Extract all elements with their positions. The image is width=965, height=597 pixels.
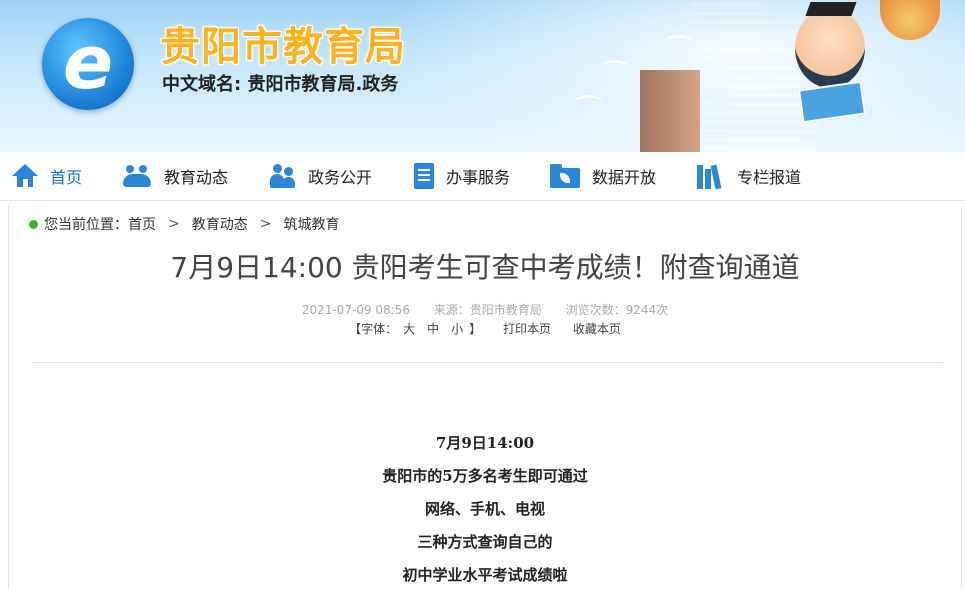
font-size-small[interactable]: 小 bbox=[451, 322, 463, 336]
nav-education-news-label: 教育动态 bbox=[164, 168, 229, 187]
nav-column-reports-label: 专栏报道 bbox=[737, 168, 802, 187]
nav-column-reports[interactable]: 专栏报道 bbox=[697, 152, 801, 200]
font-size-medium[interactable]: 中 bbox=[427, 322, 439, 336]
graduation-cap-icon bbox=[805, 2, 857, 16]
nav-government-affairs[interactable]: 政务公开 bbox=[270, 152, 372, 200]
books-icon bbox=[697, 163, 725, 190]
font-label-close: 】 bbox=[469, 322, 482, 336]
article-body: 7月9日14:00 贵阳市的5万多名考生即可通过 网络、手机、电视 三种方式查询… bbox=[9, 432, 961, 597]
site-domain: 中文域名: 贵阳市教育局.政务 bbox=[162, 74, 399, 95]
dove-icon bbox=[575, 95, 603, 108]
site-title[interactable]: 贵阳市教育局 bbox=[160, 14, 406, 72]
main-nav: 首页 教育动态 政务公开 办事服务 数据开放 专栏报道 bbox=[0, 152, 965, 201]
font-size-large[interactable]: 大 bbox=[403, 322, 415, 336]
location-dot-icon bbox=[29, 219, 38, 229]
nav-open-data-label: 数据开放 bbox=[592, 168, 657, 187]
dove-icon bbox=[600, 60, 628, 73]
print-button[interactable]: 打印本页 bbox=[503, 322, 551, 336]
breadcrumb-separator: > bbox=[168, 216, 180, 232]
nav-government-affairs-label: 政务公开 bbox=[308, 168, 373, 187]
nav-open-data[interactable]: 数据开放 bbox=[550, 152, 656, 200]
article-title: 7月9日14:00 贵阳考生可查中考成绩！附查询通道 bbox=[170, 251, 800, 284]
breadcrumb-separator: > bbox=[259, 216, 272, 232]
article-tools: 【字体： 大中小】 打印本页 收藏本页 bbox=[9, 320, 961, 337]
nav-home[interactable]: 首页 bbox=[12, 152, 82, 200]
nav-home-label: 首页 bbox=[50, 168, 83, 187]
article-views: 浏览次数：9244次 bbox=[565, 303, 669, 317]
nav-education-news[interactable]: 教育动态 bbox=[122, 152, 228, 200]
font-size-selector: 【字体： 大中小】 bbox=[349, 322, 485, 336]
article-line: 贵阳市的5万多名考生即可通过 bbox=[382, 467, 588, 485]
nav-services[interactable]: 办事服务 bbox=[414, 152, 510, 200]
building-illustration bbox=[640, 70, 700, 152]
article-meta: 2021-07-09 08:56 来源：贵阳市教育局 浏览次数：9244次 bbox=[9, 301, 961, 318]
breadcrumb-zhucheng-education[interactable]: 筑城教育 bbox=[283, 214, 339, 234]
e-logo-icon: e bbox=[62, 20, 114, 106]
favorite-button[interactable]: 收藏本页 bbox=[573, 322, 621, 336]
dove-icon bbox=[665, 35, 693, 48]
font-label-open: 【字体： bbox=[349, 322, 398, 336]
home-icon bbox=[12, 163, 38, 189]
article-source: 来源：贵阳市教育局 bbox=[433, 303, 542, 317]
breadcrumb-prefix: 您当前位置： bbox=[44, 217, 128, 233]
student-illustration bbox=[795, 8, 865, 88]
group-icon bbox=[270, 163, 296, 189]
article-line: 7月9日14:00 bbox=[435, 434, 535, 452]
header-banner: e 贵阳市教育局 中文域名: 贵阳市教育局.政务 bbox=[0, 0, 965, 152]
breadcrumb-education-news[interactable]: 教育动态 bbox=[192, 214, 248, 234]
folder-icon bbox=[550, 164, 580, 188]
article-line: 网络、手机、电视 bbox=[424, 500, 545, 518]
people-icon bbox=[122, 163, 152, 189]
divider bbox=[33, 362, 943, 363]
site-logo[interactable]: e bbox=[42, 18, 134, 110]
nav-services-label: 办事服务 bbox=[446, 168, 511, 187]
breadcrumb: 您当前位置： 首页 > 教育动态 > 筑城教育 bbox=[29, 214, 339, 234]
document-icon bbox=[414, 163, 434, 189]
article-line: 三种方式查询自己的 bbox=[417, 533, 553, 551]
article-line: 初中学业水平考试成绩啦 bbox=[402, 566, 568, 584]
article-container: 您当前位置： 首页 > 教育动态 > 筑城教育 7月9日14:00 贵阳考生可查… bbox=[8, 204, 962, 589]
article-date: 2021-07-09 08:56 bbox=[301, 303, 410, 317]
breadcrumb-home[interactable]: 首页 bbox=[128, 214, 156, 234]
